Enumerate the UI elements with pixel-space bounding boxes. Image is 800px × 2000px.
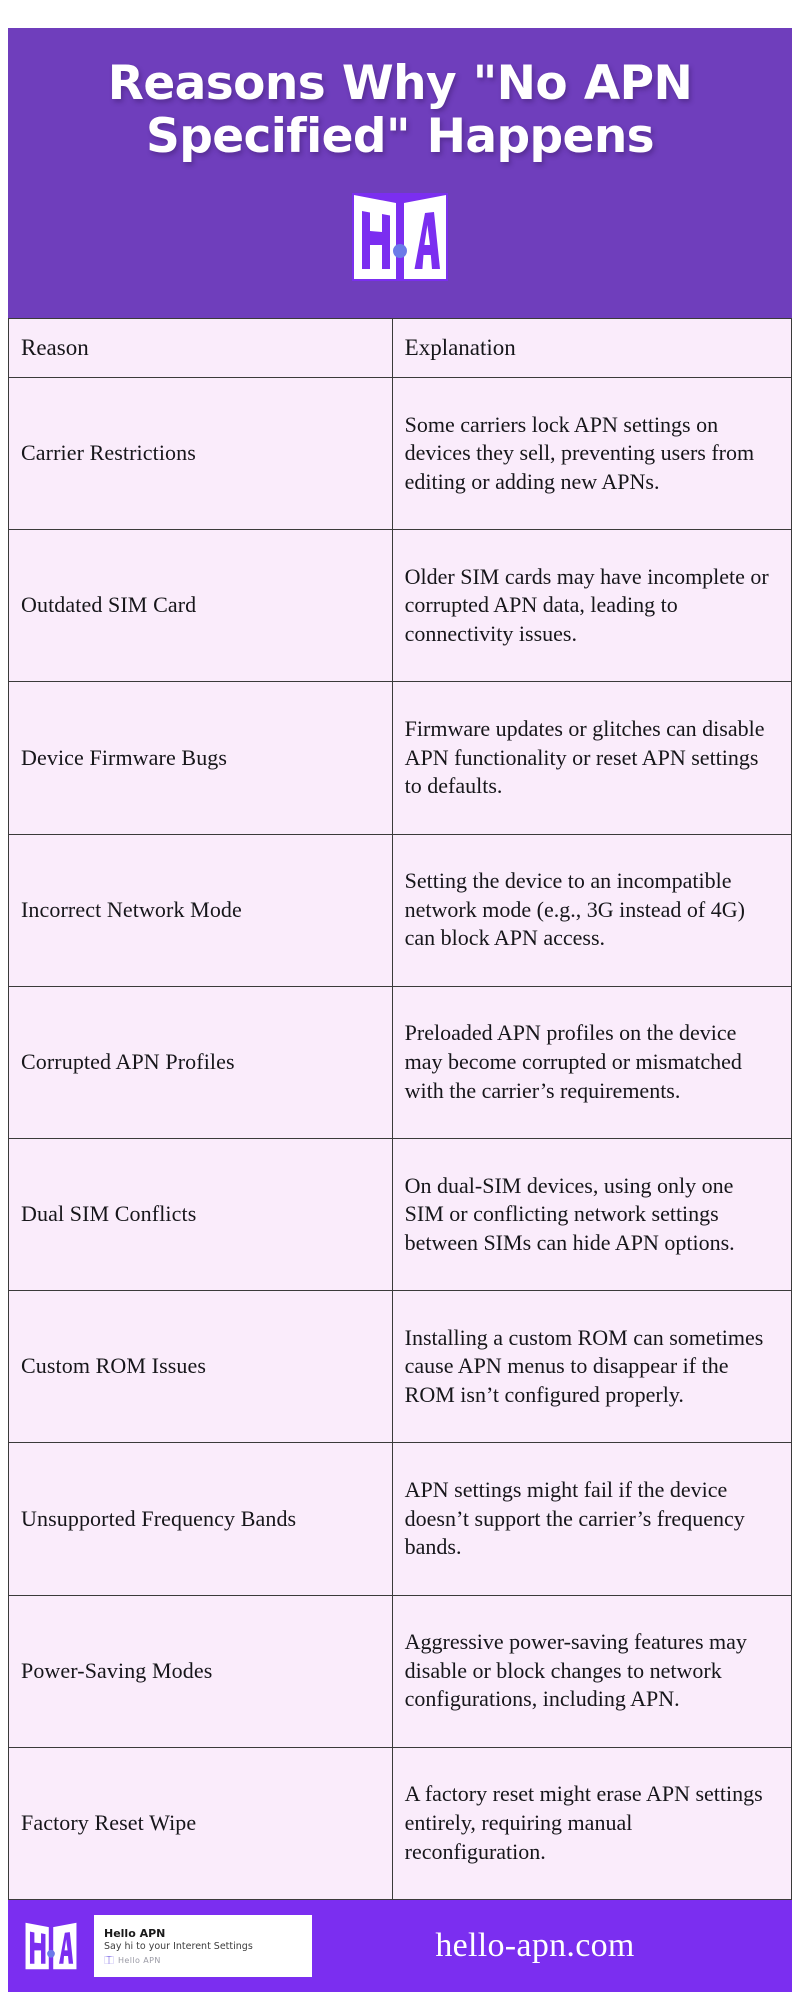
- column-header-reason: Reason: [8, 318, 393, 378]
- reason-label: Dual SIM Conflicts: [8, 1137, 393, 1292]
- site-preview-card[interactable]: Hello APN Say hi to your Interent Settin…: [94, 1915, 312, 1977]
- table-row: Dual SIM Conflicts On dual-SIM devices, …: [8, 1137, 793, 1292]
- site-preview-badge: Hello APN: [104, 1955, 302, 1965]
- reason-label: Power-Saving Modes: [8, 1594, 393, 1748]
- explanation-text: Installing a custom ROM can sometimes ca…: [391, 1290, 793, 1444]
- explanation-text: APN settings might fail if the device do…: [391, 1442, 793, 1596]
- header-logo: [344, 189, 456, 285]
- site-preview-title: Hello APN: [104, 1926, 166, 1940]
- table-row: Corrupted APN Profiles Preloaded APN pro…: [8, 985, 793, 1139]
- explanation-text: A factory reset might erase APN settings…: [391, 1746, 793, 1901]
- reason-label: Corrupted APN Profiles: [8, 985, 393, 1139]
- page-title: Reasons Why "No APN Specified" Happens: [107, 56, 693, 164]
- header-banner: Reasons Why "No APN Specified" Happens: [8, 28, 792, 318]
- reason-label: Custom ROM Issues: [8, 1290, 393, 1444]
- explanation-text: Older SIM cards may have incomplete or c…: [391, 529, 793, 683]
- site-preview-badge-label: Hello APN: [118, 1955, 161, 1965]
- table-row: Factory Reset Wipe A factory reset might…: [8, 1746, 793, 1901]
- explanation-text: Preloaded APN profiles on the device may…: [391, 985, 793, 1139]
- table-row: Carrier Restrictions Some carriers lock …: [8, 376, 793, 531]
- reason-label: Unsupported Frequency Bands: [8, 1442, 393, 1596]
- hello-apn-monogram-icon: [24, 1921, 78, 1971]
- explanation-text: Some carriers lock APN settings on devic…: [391, 376, 793, 531]
- column-header-explanation: Explanation: [391, 318, 793, 378]
- table-head: Reason Explanation: [8, 318, 793, 378]
- explanation-text: Setting the device to an incompatible ne…: [391, 833, 793, 987]
- explanation-text: On dual-SIM devices, using only one SIM …: [391, 1137, 793, 1292]
- table-row: Power-Saving Modes Aggressive power-savi…: [8, 1594, 793, 1748]
- table-row: Device Firmware Bugs Firmware updates or…: [8, 681, 793, 835]
- table-header-row: Reason Explanation: [8, 318, 793, 378]
- reasons-table: Reason Explanation Carrier Restrictions …: [8, 318, 793, 1901]
- reason-label: Device Firmware Bugs: [8, 681, 393, 835]
- explanation-text: Aggressive power-saving features may dis…: [391, 1594, 793, 1748]
- table-body: Carrier Restrictions Some carriers lock …: [8, 376, 793, 1901]
- table-row: Unsupported Frequency Bands APN settings…: [8, 1442, 793, 1596]
- website-url[interactable]: hello-apn.com: [330, 1927, 770, 1965]
- reason-label: Outdated SIM Card: [8, 529, 393, 683]
- table-row: Custom ROM Issues Installing a custom RO…: [8, 1290, 793, 1444]
- table-row: Outdated SIM Card Older SIM cards may ha…: [8, 529, 793, 683]
- hello-apn-monogram-icon: [352, 193, 448, 282]
- infographic-poster: Reasons Why "No APN Specified" Happens R…: [0, 0, 800, 2000]
- reasons-table-container: Reason Explanation Carrier Restrictions …: [8, 318, 793, 1901]
- footer-bar: Hello APN Say hi to your Interent Settin…: [8, 1900, 792, 1992]
- reason-label: Factory Reset Wipe: [8, 1746, 393, 1901]
- hello-apn-badge-icon: [104, 1956, 114, 1965]
- top-white-strip: [0, 0, 800, 28]
- explanation-text: Firmware updates or glitches can disable…: [391, 681, 793, 835]
- site-preview-subtitle: Say hi to your Interent Settings: [104, 1940, 253, 1952]
- reason-label: Carrier Restrictions: [8, 376, 393, 531]
- reason-label: Incorrect Network Mode: [8, 833, 393, 987]
- table-row: Incorrect Network Mode Setting the devic…: [8, 833, 793, 987]
